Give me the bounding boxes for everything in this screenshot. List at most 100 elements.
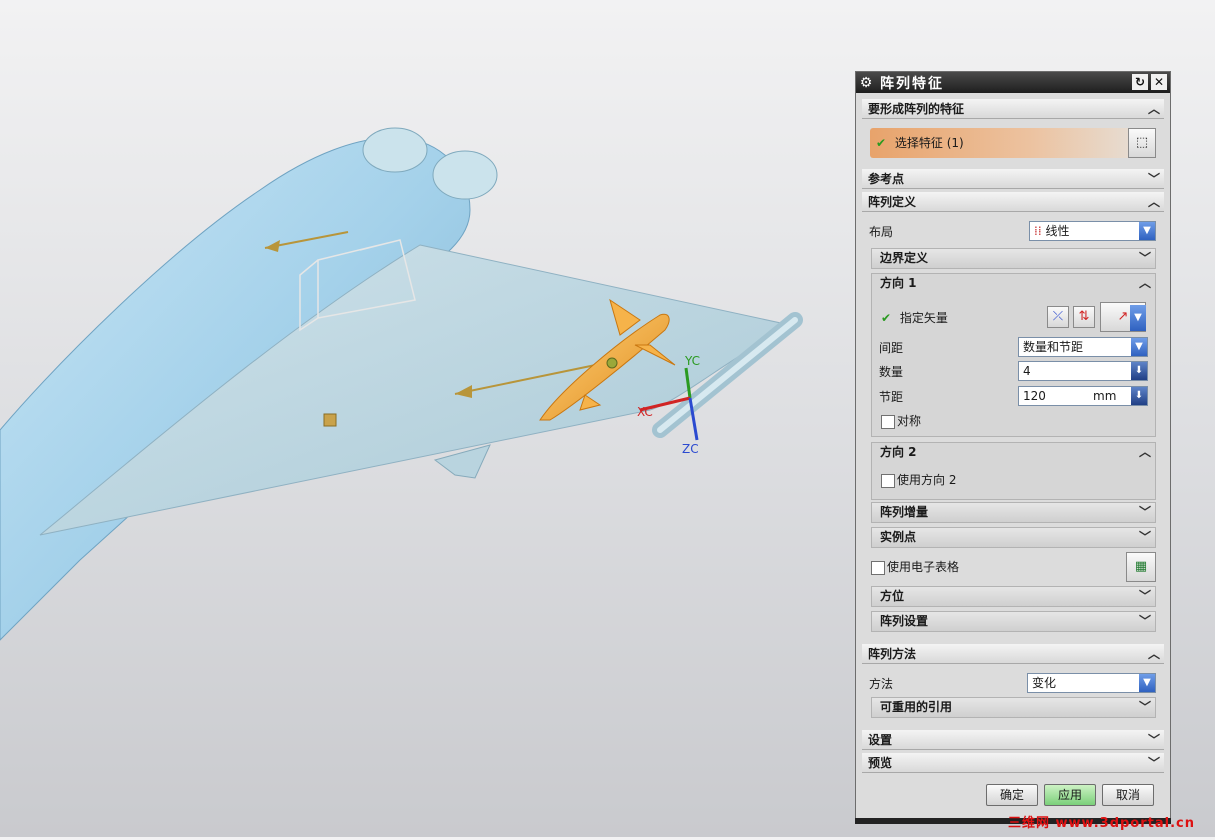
chevron-down-icon[interactable]: ﹀	[1139, 612, 1151, 631]
method-value: 变化	[1032, 676, 1057, 690]
method-select[interactable]: 变化 ▼	[1027, 673, 1156, 693]
vector-constructor-icon: ⤫	[1052, 309, 1064, 324]
section-settings-label: 设置	[868, 733, 893, 747]
reference-cube	[323, 413, 337, 427]
chevron-down-icon[interactable]: ▼	[1131, 338, 1147, 356]
use-direction2-label: 使用方向 2	[897, 473, 957, 487]
method-label: 方法	[869, 677, 894, 691]
pitch-label: 节距	[879, 390, 904, 404]
feature-select-icon: ⬚	[1135, 135, 1149, 150]
orientation-group[interactable]: 方位 ﹀	[871, 586, 1156, 607]
section-array-method[interactable]: 阵列方法 ︿	[862, 644, 1164, 664]
vector-dialog-button[interactable]: ⤫	[1047, 306, 1069, 328]
chevron-down-icon[interactable]: ﹀	[1148, 169, 1160, 189]
direction2-header: 方向 2	[880, 445, 917, 459]
apply-button[interactable]: 应用	[1044, 784, 1096, 806]
pitch-value: 120	[1023, 389, 1046, 403]
chevron-down-icon[interactable]: ﹀	[1139, 587, 1151, 606]
watermark: 三维网 www.3dportal.cn	[1007, 816, 1195, 831]
chevron-down-icon[interactable]: ﹀	[1148, 730, 1160, 750]
chevron-up-icon[interactable]: ︿	[1148, 99, 1160, 119]
spreadsheet-button[interactable]: ▦	[1126, 552, 1156, 582]
reusable-references-group[interactable]: 可重用的引用 ﹀	[871, 697, 1156, 718]
expression-menu-icon[interactable]: ⬇	[1131, 387, 1147, 405]
use-direction2-checkbox[interactable]	[881, 474, 895, 488]
dialog-title: 阵列特征	[880, 75, 944, 92]
chevron-down-icon[interactable]: ﹀	[1139, 249, 1151, 268]
array-settings-group[interactable]: 阵列设置 ﹀	[871, 611, 1156, 632]
chevron-up-icon[interactable]: ︿	[1139, 274, 1151, 293]
check-icon: ✔	[876, 136, 887, 150]
chevron-down-icon[interactable]: ▼	[1130, 305, 1146, 331]
chevron-down-icon[interactable]: ﹀	[1148, 753, 1160, 773]
dialog-titlebar[interactable]: ⚙ 阵列特征 ↻ ✕	[856, 72, 1170, 93]
chevron-down-icon[interactable]: ﹀	[1139, 503, 1151, 522]
boundary-definition-group[interactable]: 边界定义 ﹀	[871, 248, 1156, 269]
select-feature-label: 选择特征 (1)	[894, 136, 964, 150]
inferred-vector-icon: ↗	[1117, 309, 1129, 324]
symmetric-label: 对称	[897, 414, 922, 428]
direction2-group: 方向 2 ︿	[871, 442, 1156, 500]
spacing-value: 数量和节距	[1023, 340, 1084, 354]
chevron-down-icon[interactable]: ﹀	[1139, 528, 1151, 547]
layout-select[interactable]: ⁞⁞ 线性 ▼	[1029, 221, 1156, 241]
chevron-down-icon[interactable]: ▼	[1139, 674, 1155, 692]
reset-icon[interactable]: ↻	[1132, 74, 1148, 90]
direction1-header: 方向 1	[880, 276, 917, 290]
count-value: 4	[1023, 364, 1031, 378]
symmetric-checkbox[interactable]	[881, 415, 895, 429]
pattern-feature-dialog: ⚙ 阵列特征 ↻ ✕ 要形成阵列的特征 ︿ ✔ 选择特征 (1) ⬚ 参考点 ﹀…	[855, 71, 1171, 824]
layout-value: 线性	[1045, 224, 1070, 238]
section-array-method-label: 阵列方法	[868, 647, 917, 661]
section-preview[interactable]: 预览 ﹀	[862, 753, 1164, 773]
layout-label: 布局	[869, 225, 894, 239]
section-settings[interactable]: 设置 ﹀	[862, 730, 1164, 750]
specify-vector-row: ✔ 指定矢量	[881, 310, 948, 326]
chevron-up-icon[interactable]: ︿	[1148, 644, 1160, 664]
section-array-definition[interactable]: 阵列定义 ︿	[862, 192, 1164, 212]
array-increment-group[interactable]: 阵列增量 ﹀	[871, 502, 1156, 523]
section-features-label: 要形成阵列的特征	[868, 102, 965, 116]
axis-y-label: YC	[685, 354, 701, 368]
chevron-down-icon[interactable]: ▼	[1139, 222, 1155, 240]
spacing-select[interactable]: 数量和节距 ▼	[1018, 337, 1148, 357]
gear-icon[interactable]: ⚙	[856, 75, 876, 91]
linear-layout-icon: ⁞⁞	[1034, 224, 1042, 238]
ok-button[interactable]: 确定	[986, 784, 1038, 806]
use-spreadsheet-checkbox[interactable]	[871, 561, 885, 575]
count-input[interactable]: 4 ⬇	[1018, 361, 1148, 381]
specify-vector-label: 指定矢量	[899, 311, 948, 325]
close-icon[interactable]: ✕	[1151, 74, 1167, 90]
engine-left	[362, 127, 428, 173]
section-reference-point[interactable]: 参考点 ﹀	[862, 169, 1164, 189]
instance-points-group[interactable]: 实例点 ﹀	[871, 527, 1156, 548]
engine-right	[432, 150, 498, 200]
instance-points-label: 实例点	[880, 530, 917, 544]
chevron-up-icon[interactable]: ︿	[1139, 443, 1151, 462]
pitch-unit: mm	[1093, 389, 1117, 403]
check-icon: ✔	[881, 311, 892, 325]
reverse-direction-button[interactable]: ⇅	[1073, 306, 1095, 328]
orientation-label: 方位	[880, 589, 905, 603]
reverse-direction-icon: ⇅	[1078, 309, 1090, 324]
chevron-up-icon[interactable]: ︿	[1148, 192, 1160, 212]
section-features[interactable]: 要形成阵列的特征 ︿	[862, 99, 1164, 119]
section-preview-label: 预览	[868, 756, 893, 770]
array-settings-label: 阵列设置	[880, 614, 929, 628]
use-spreadsheet-label: 使用电子表格	[887, 560, 960, 574]
chevron-down-icon[interactable]: ﹀	[1139, 698, 1151, 717]
cancel-button[interactable]: 取消	[1102, 784, 1154, 806]
pitch-input[interactable]: 120 mm ⬇	[1018, 386, 1148, 406]
select-feature-row[interactable]: ✔ 选择特征 (1)	[870, 128, 1142, 158]
section-reference-point-label: 参考点	[868, 172, 905, 186]
vector-type-dropdown[interactable]: ▼	[1130, 305, 1146, 331]
spreadsheet-icon: ▦	[1134, 559, 1148, 574]
axis-x-label: XC	[637, 405, 653, 419]
select-feature-button[interactable]: ⬚	[1128, 128, 1156, 158]
reusable-references-label: 可重用的引用	[880, 700, 953, 714]
array-increment-label: 阵列增量	[880, 505, 929, 519]
axis-z-label: ZC	[682, 442, 699, 456]
count-label: 数量	[879, 365, 904, 379]
spacing-label: 间距	[879, 341, 904, 355]
expression-menu-icon[interactable]: ⬇	[1131, 362, 1147, 380]
